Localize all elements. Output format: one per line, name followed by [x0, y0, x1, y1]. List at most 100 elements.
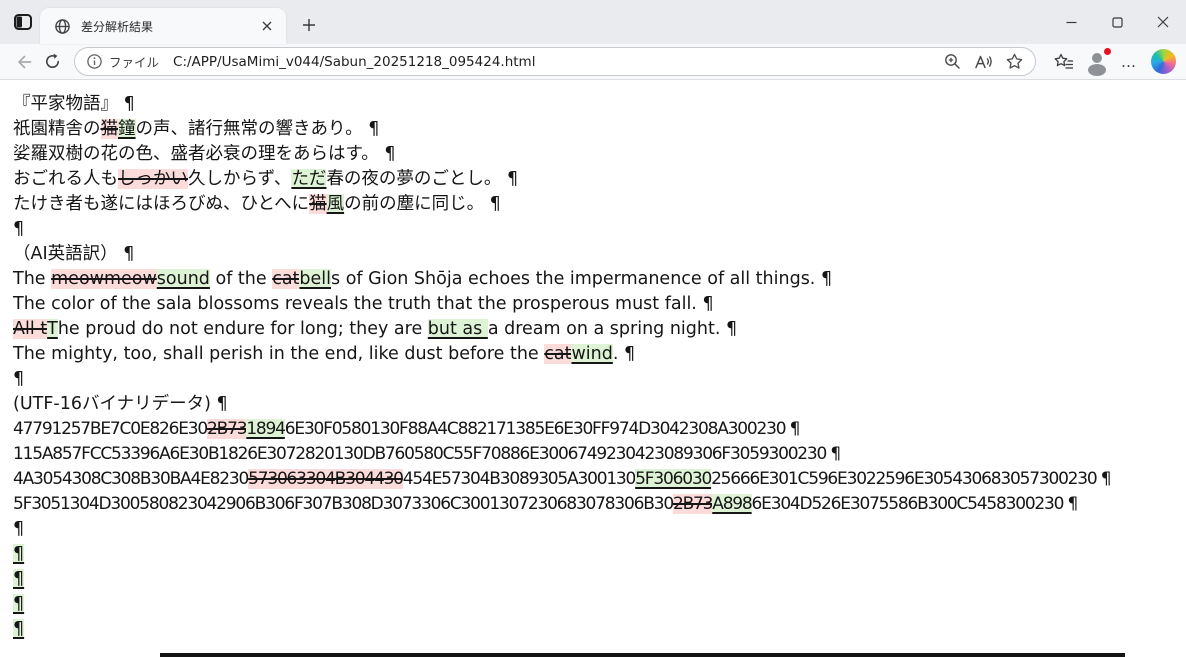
- star-icon: [1006, 53, 1023, 70]
- refresh-button[interactable]: [38, 48, 66, 76]
- inserted-run: bell: [299, 269, 331, 289]
- pilcrow-mark: ¶: [484, 194, 501, 214]
- browser-toolbar: ファイル C:/APP/UsaMimi_v044/Sabun_20251218_…: [0, 44, 1186, 80]
- pilcrow-mark: ¶: [720, 319, 737, 339]
- tab-actions-menu-button[interactable]: [8, 7, 38, 37]
- pilcrow-mark: ¶: [13, 369, 24, 389]
- text-run: (UTF-16バイナリデータ): [13, 394, 211, 414]
- copilot-icon[interactable]: [1151, 49, 1176, 74]
- text-line: おごれる人もしっかい久しからず、ただ春の夜の夢のごとし。 ¶: [13, 167, 1186, 192]
- plus-icon: [302, 18, 316, 32]
- deleted-run: cat: [272, 269, 299, 289]
- zoom-in-button[interactable]: [939, 49, 965, 75]
- text-line: 『平家物語』 ¶: [13, 92, 1186, 117]
- pilcrow-mark: ¶: [815, 269, 832, 289]
- text-run: 『平家物語』: [13, 94, 118, 114]
- deleted-run: 573063304B304430: [248, 469, 403, 489]
- pilcrow-mark: ¶: [826, 444, 840, 464]
- text-run: a dream on a spring night.: [488, 319, 721, 339]
- text-line: 47791257BE7C0E826E302B7318946E30F0580130…: [13, 417, 1186, 442]
- tab-close-button[interactable]: [256, 15, 278, 37]
- inserted-run: T: [47, 319, 58, 339]
- text-run: 454E57304B3089305A300130: [403, 469, 635, 489]
- text-line: 祇園精舎の猫鐘の声、諸行無常の響きあり。 ¶: [13, 117, 1186, 142]
- text-run: 6E304D526E3075586B300C5458300230: [752, 494, 1064, 514]
- pilcrow-mark: ¶: [618, 344, 635, 364]
- read-aloud-button[interactable]: [970, 49, 996, 75]
- text-line: ¶: [13, 567, 1186, 592]
- inserted-run: ただ: [291, 169, 326, 189]
- text-line: The color of the sala blossoms reveals t…: [13, 292, 1186, 317]
- favorite-star-button[interactable]: [1001, 49, 1027, 75]
- inserted-run: sound: [157, 269, 210, 289]
- pilcrow-mark: ¶: [1063, 494, 1077, 514]
- text-line: （AI英語訳） ¶: [13, 242, 1186, 267]
- inserted-pilcrow-mark: ¶: [13, 569, 24, 589]
- favorites-list-button[interactable]: [1051, 49, 1077, 75]
- text-run: 春の夜の夢のごとし。: [326, 169, 501, 189]
- pilcrow-mark: ¶: [211, 394, 228, 414]
- pilcrow-mark: ¶: [379, 144, 396, 164]
- text-run: 久しからず、: [188, 169, 291, 189]
- deleted-run: 猫: [309, 194, 327, 214]
- inserted-pilcrow-mark: ¶: [13, 594, 24, 614]
- text-line: 5F3051304D300580823042906B306F307B308D30…: [13, 492, 1186, 517]
- text-line: (UTF-16バイナリデータ) ¶: [13, 392, 1186, 417]
- text-line: The mighty, too, shall perish in the end…: [13, 342, 1186, 367]
- pilcrow-mark: ¶: [13, 219, 24, 239]
- inserted-run: but as: [428, 319, 488, 339]
- text-run: The color of the sala blossoms reveals t…: [13, 294, 697, 314]
- profile-button[interactable]: [1085, 49, 1111, 75]
- text-line: ¶: [13, 367, 1186, 392]
- back-arrow-icon: [15, 53, 33, 71]
- window-controls: [1048, 0, 1186, 44]
- deleted-run: 猫: [101, 119, 119, 139]
- maximize-button[interactable]: [1094, 0, 1140, 44]
- tab-actions-icon: [13, 12, 33, 32]
- pilcrow-mark: ¶: [118, 94, 135, 114]
- pilcrow-mark: ¶: [785, 419, 799, 439]
- minimize-button[interactable]: [1048, 0, 1094, 44]
- new-tab-button[interactable]: [296, 12, 322, 38]
- refresh-icon: [44, 53, 61, 70]
- browser-tab[interactable]: 差分解析結果: [40, 8, 286, 44]
- text-line: All tThe proud do not endure for long; t…: [13, 317, 1186, 342]
- deleted-run: meowmeow: [51, 269, 157, 289]
- settings-menu-button[interactable]: …: [1116, 49, 1142, 75]
- info-icon[interactable]: [87, 54, 102, 69]
- deleted-run: cat: [544, 344, 571, 364]
- text-run: 6E30F0580130F88A4C882171385E6E30FF974D30…: [285, 419, 786, 439]
- document-body: 『平家物語』 ¶祇園精舎の猫鐘の声、諸行無常の響きあり。 ¶娑羅双樹の花の色、盛…: [0, 80, 1186, 657]
- text-run: たけき者も遂にはほろびぬ、ひとへに: [13, 194, 309, 214]
- text-run: 47791257BE7C0E826E30: [13, 419, 207, 439]
- close-window-button[interactable]: [1140, 0, 1186, 44]
- tab-title: 差分解析結果: [81, 18, 256, 35]
- deleted-run: All t: [13, 319, 47, 339]
- back-button[interactable]: [10, 48, 38, 76]
- text-line: 4A3054308C308B30BA4E8230573063304B304430…: [13, 467, 1186, 492]
- text-run: s of Gion Shōja echoes the impermanence …: [331, 269, 815, 289]
- pilcrow-mark: ¶: [1097, 469, 1111, 489]
- text-run: 115A857FCC53396A6E30B1826E3072820130DB76…: [13, 444, 826, 464]
- text-line: ¶: [13, 617, 1186, 642]
- text-run: The mighty, too, shall perish in the end…: [13, 344, 544, 364]
- deleted-run: しっかい: [118, 169, 188, 189]
- text-line: ¶: [13, 517, 1186, 542]
- inserted-run: 1894: [246, 419, 284, 439]
- text-line: ¶: [13, 217, 1186, 242]
- text-run: of the: [210, 269, 272, 289]
- profile-notification-dot: [1103, 47, 1112, 56]
- text-run: 4A3054308C308B30BA4E8230: [13, 469, 248, 489]
- address-bar[interactable]: ファイル C:/APP/UsaMimi_v044/Sabun_20251218_…: [74, 47, 1036, 76]
- close-icon: [1157, 16, 1169, 28]
- zoom-in-icon: [944, 53, 961, 70]
- text-line: 115A857FCC53396A6E30B1826E3072820130DB76…: [13, 442, 1186, 467]
- file-scheme-label: ファイル: [109, 52, 159, 71]
- tab-strip: 差分解析結果: [0, 0, 1186, 44]
- text-run: he proud do not endure for long; they ar…: [58, 319, 428, 339]
- text-run: （AI英語訳）: [13, 244, 118, 264]
- text-line: 娑羅双樹の花の色、盛者必衰の理をあらはす。 ¶: [13, 142, 1186, 167]
- pilcrow-mark: ¶: [363, 119, 380, 139]
- url-text[interactable]: C:/APP/UsaMimi_v044/Sabun_20251218_09542…: [173, 54, 934, 70]
- text-run: おごれる人も: [13, 169, 118, 189]
